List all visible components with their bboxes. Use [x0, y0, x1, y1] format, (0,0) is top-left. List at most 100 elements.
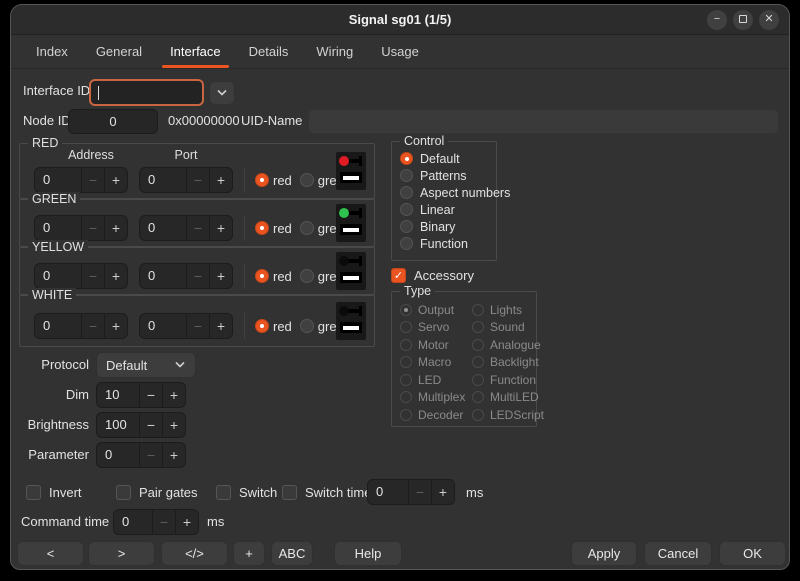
type-option-function: Function [472, 371, 544, 388]
increment-button[interactable]: + [104, 264, 127, 288]
green-address-spinner[interactable]: 0 − + [34, 215, 128, 241]
green-gate-green-radio[interactable] [300, 221, 314, 235]
green-port-spinner[interactable]: 0 − + [139, 215, 233, 241]
interface-id-dropdown-button[interactable] [209, 81, 235, 105]
decrement-button[interactable]: − [81, 216, 104, 240]
accessory-checkbox[interactable]: ✓ Accessory [391, 265, 474, 285]
brightness-spinner[interactable]: 100 − + [96, 412, 186, 438]
chevron-down-icon [216, 89, 228, 97]
control-option-aspect-numbers[interactable]: Aspect numbers [400, 184, 496, 201]
decrement-button[interactable]: − [139, 383, 162, 407]
decrement-button[interactable]: − [186, 168, 209, 192]
interface-id-input[interactable] [89, 79, 204, 106]
maximize-button[interactable] [733, 10, 753, 30]
increment-button[interactable]: + [104, 216, 127, 240]
yellow-gate-green-radio[interactable] [300, 269, 314, 283]
increment-button[interactable]: + [175, 510, 198, 534]
control-option-patterns[interactable]: Patterns [400, 167, 496, 184]
decrement-button[interactable]: − [186, 264, 209, 288]
red-gate-red-radio[interactable] [255, 173, 269, 187]
radio-binary[interactable] [400, 220, 413, 233]
prev-button[interactable]: < [17, 541, 84, 566]
white-address-spinner[interactable]: 0 − + [34, 313, 128, 339]
tab-usage[interactable]: Usage [367, 36, 433, 68]
red-port-spinner[interactable]: 0 − + [139, 167, 233, 193]
protocol-dropdown[interactable]: Default [96, 352, 196, 378]
tab-wiring[interactable]: Wiring [302, 36, 367, 68]
abc-button[interactable]: ABC [271, 541, 313, 566]
yellow-port-spinner[interactable]: 0 − + [139, 263, 233, 289]
control-option-binary[interactable]: Binary [400, 218, 496, 235]
minimize-button[interactable]: − [707, 10, 727, 30]
code-button[interactable]: </> [161, 541, 228, 566]
control-option-linear[interactable]: Linear [400, 201, 496, 218]
control-option-default[interactable]: Default [400, 150, 496, 167]
decrement-button[interactable]: − [81, 314, 104, 338]
decrement-button[interactable]: − [139, 413, 162, 437]
radio-default[interactable] [400, 152, 413, 165]
increment-button[interactable]: + [209, 168, 232, 192]
white-gate-green-radio[interactable] [300, 319, 314, 333]
next-button[interactable]: > [88, 541, 155, 566]
decrement-button[interactable]: − [139, 443, 162, 467]
control-group-title: Control [400, 134, 448, 148]
control-option-function[interactable]: Function [400, 235, 496, 252]
switch-time-checkbox[interactable]: Switch time [282, 482, 371, 502]
tab-interface[interactable]: Interface [156, 36, 235, 68]
invert-checkbox[interactable]: Invert [26, 482, 82, 502]
decrement-button[interactable]: − [408, 480, 431, 504]
yellow-gate-red-radio[interactable] [255, 269, 269, 283]
radio-linear[interactable] [400, 203, 413, 216]
increment-button[interactable]: + [209, 314, 232, 338]
red-gate-green-radio[interactable] [300, 173, 314, 187]
add-button[interactable]: + [233, 541, 265, 566]
pair-gates-checkbox[interactable]: Pair gates [116, 482, 198, 502]
green-gate-red-radio[interactable] [255, 221, 269, 235]
address-column-header: Address [44, 148, 138, 162]
decrement-button[interactable]: − [186, 216, 209, 240]
node-id-label: Node ID [23, 108, 71, 134]
dim-spinner[interactable]: 10 − + [96, 382, 186, 408]
red-address-spinner[interactable]: 0 − + [34, 167, 128, 193]
switch-time-spinner[interactable]: 0 − + [367, 479, 455, 505]
help-button[interactable]: Help [334, 541, 402, 566]
increment-button[interactable]: + [209, 264, 232, 288]
increment-button[interactable]: + [431, 480, 454, 504]
type-option-ledscript: LEDScript [472, 406, 544, 423]
decrement-button[interactable]: − [81, 264, 104, 288]
tab-index[interactable]: Index [22, 36, 82, 68]
radio-patterns[interactable] [400, 169, 413, 182]
yellow-address-spinner[interactable]: 0 − + [34, 263, 128, 289]
type-option-led: LED [400, 371, 472, 388]
radio-aspect-numbers[interactable] [400, 186, 413, 199]
uid-name-label: UID-Name [241, 108, 302, 134]
apply-button[interactable]: Apply [571, 541, 637, 566]
cancel-button[interactable]: Cancel [644, 541, 712, 566]
decrement-button[interactable]: − [81, 168, 104, 192]
ok-button[interactable]: OK [719, 541, 786, 566]
increment-button[interactable]: + [162, 383, 185, 407]
command-time-spinner[interactable]: 0 − + [113, 509, 199, 535]
tab-details[interactable]: Details [235, 36, 303, 68]
increment-button[interactable]: + [162, 413, 185, 437]
minimize-icon: − [714, 13, 720, 25]
window-title: Signal sg01 (1/5) [11, 5, 789, 35]
increment-button[interactable]: + [104, 314, 127, 338]
port-column-header: Port [149, 148, 223, 162]
tab-general[interactable]: General [82, 36, 156, 68]
increment-button[interactable]: + [104, 168, 127, 192]
increment-button[interactable]: + [209, 216, 232, 240]
decrement-button[interactable]: − [152, 510, 175, 534]
parameter-spinner[interactable]: 0 − + [96, 442, 186, 468]
increment-button[interactable]: + [162, 443, 185, 467]
close-button[interactable]: ✕ [759, 10, 779, 30]
radio-function[interactable] [400, 237, 413, 250]
switch-time-unit: ms [466, 480, 483, 505]
switch-checkbox[interactable]: Switch [216, 482, 277, 502]
decrement-button[interactable]: − [186, 314, 209, 338]
text-cursor [98, 86, 99, 100]
white-gate-red-radio[interactable] [255, 319, 269, 333]
radio-function-type [472, 374, 484, 386]
white-port-spinner[interactable]: 0 − + [139, 313, 233, 339]
node-id-input[interactable]: 0 [68, 109, 158, 134]
